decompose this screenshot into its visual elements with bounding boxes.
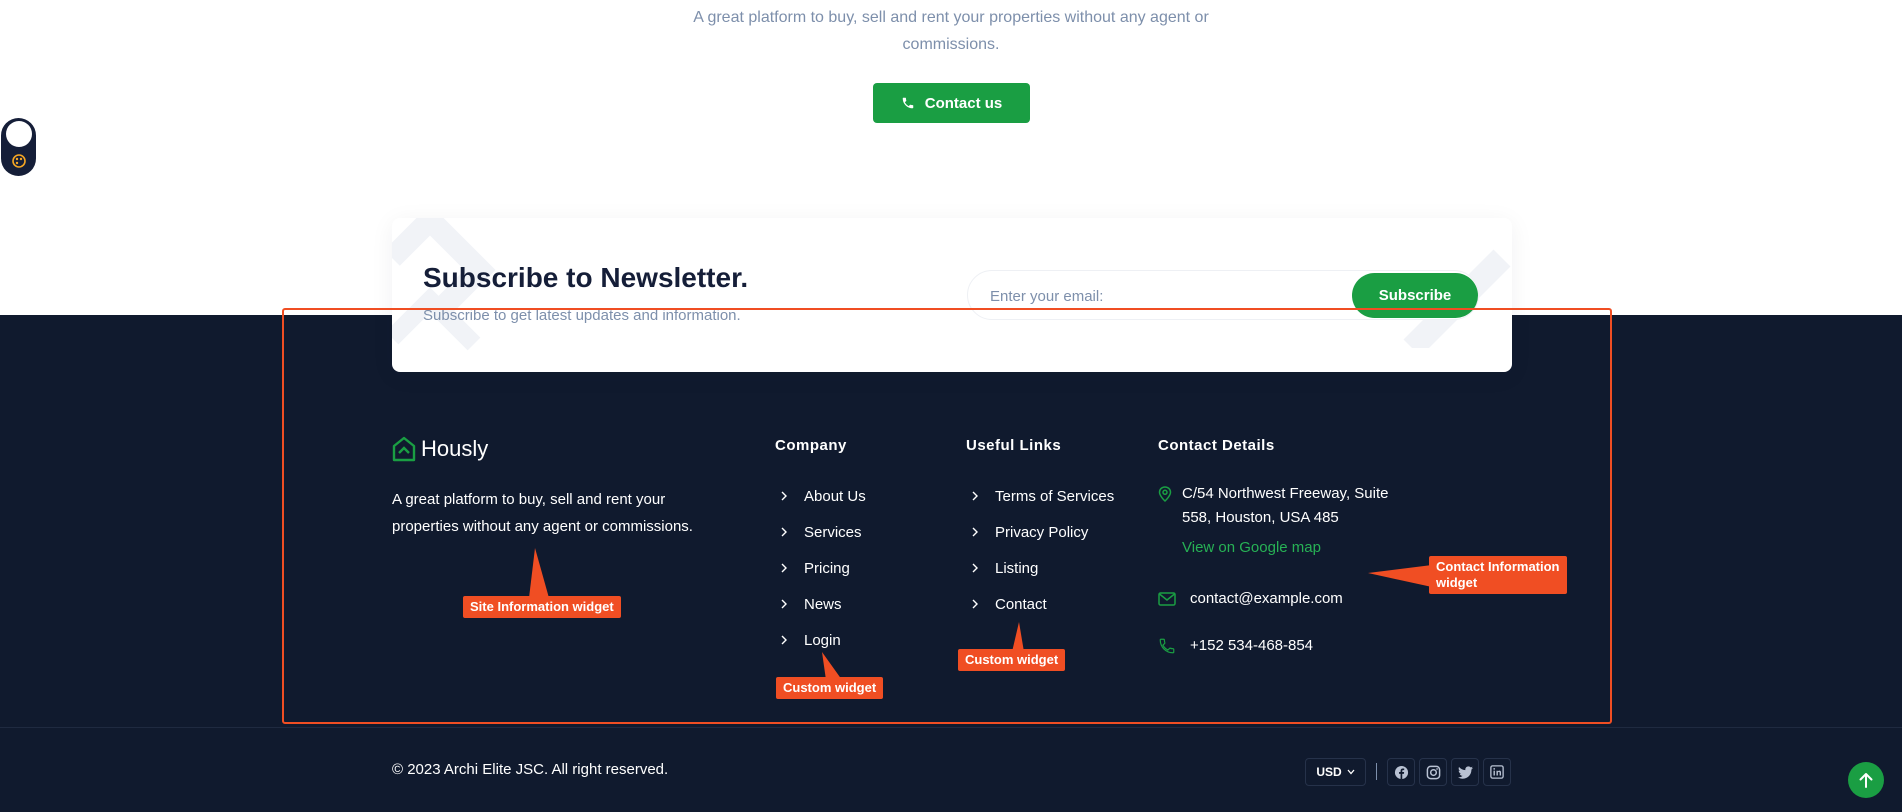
annotation-pointer	[1012, 622, 1024, 652]
linkedin-icon	[1490, 765, 1504, 779]
annotation-pointer	[1368, 565, 1432, 587]
annotation-custom-widget-links: Custom widget	[958, 649, 1066, 671]
contact-us-button[interactable]: Contact us	[873, 83, 1030, 123]
phone-icon	[902, 97, 913, 109]
contact-us-label: Contact us	[924, 94, 1003, 112]
facebook-link[interactable]	[1387, 758, 1415, 786]
newsletter-title: Subscribe to Newsletter.	[423, 262, 749, 293]
widget-area-highlight	[282, 308, 1612, 724]
annotation-site-info: Site Information widget	[463, 596, 621, 618]
currency-value: USD	[1316, 765, 1342, 779]
email-field[interactable]	[990, 285, 1310, 307]
annotation-custom-widget-company: Custom widget	[776, 677, 884, 699]
twitter-icon	[1457, 765, 1473, 779]
back-to-top-button[interactable]	[1848, 762, 1884, 798]
annotation-pointer	[529, 548, 549, 598]
divider	[1376, 763, 1377, 780]
copyright-text: © 2023 Archi Elite JSC. All right reserv…	[392, 761, 669, 778]
hero-description: A great platform to buy, sell and rent y…	[0, 4, 1902, 58]
annotation-contact-line1: Contact Information	[1436, 559, 1560, 574]
linkedin-link[interactable]	[1483, 758, 1511, 786]
currency-select[interactable]: USD	[1305, 758, 1366, 786]
hero-description-line2: commissions.	[902, 36, 1000, 53]
annotation-contact-line2: widget	[1436, 575, 1478, 590]
annotation-contact-info: Contact Information widget	[1429, 556, 1567, 594]
hero-description-line1: A great platform to buy, sell and rent y…	[693, 9, 1209, 26]
footer-divider	[0, 727, 1902, 728]
twitter-link[interactable]	[1451, 758, 1479, 786]
chevron-down-icon	[1347, 769, 1355, 775]
arrow-up-icon	[1859, 773, 1873, 788]
facebook-icon	[1394, 765, 1408, 779]
theme-toggle[interactable]	[1, 118, 36, 176]
annotation-pointer	[822, 652, 842, 680]
toggle-knob	[6, 121, 32, 147]
instagram-link[interactable]	[1419, 758, 1447, 786]
instagram-icon	[1426, 765, 1440, 779]
palette-icon	[12, 154, 26, 168]
